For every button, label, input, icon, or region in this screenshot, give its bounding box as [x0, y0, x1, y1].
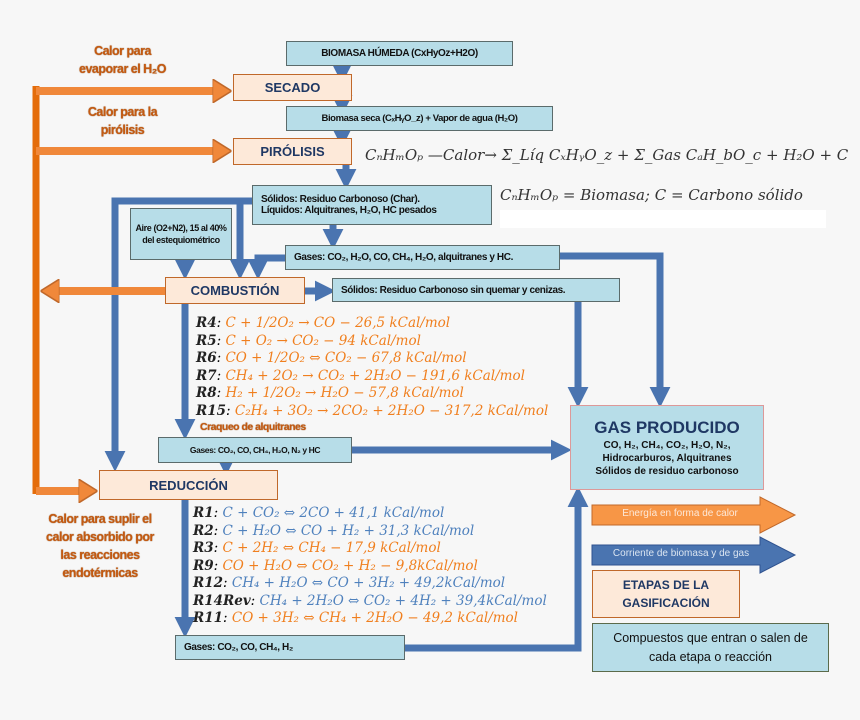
heat-label-pyrolysis: Calor para la pirólisis [87, 105, 158, 137]
product-line: Sólidos de residuo carbonoso [595, 466, 739, 477]
pyrolysis-gases-box: Gases: CO₂, H₂O, CO, CH₄, H₂O, alquitran… [285, 245, 560, 270]
wet-biomass-box: BIOMASA HÚMEDA (CxHyOz+H2O) [286, 41, 513, 66]
legend-flow-label: Corriente de biomasa y de gas [612, 548, 750, 559]
stage-combustion: COMBUSTIÓN [165, 277, 305, 304]
reaction-r1: R1: C + CO₂ ⇔ 2CO + 41,1 kCal/mol [193, 505, 445, 521]
reaction-equation: C + H₂O ⇔ CO + H₂ + 31,3 kCal/mol [222, 522, 475, 539]
reaction-id: R9 [193, 557, 214, 574]
reaction-id: R14Rev [193, 592, 251, 609]
reaction-equation: CO + H₂O ⇔ CO₂ + H₂ − 9,8kCal/mol [222, 557, 478, 574]
legend-stage-box: ETAPAS DE LA GASIFICACIÓN [592, 570, 740, 618]
stage-reduction: REDUCCIÓN [99, 470, 278, 500]
reaction-id: R11 [193, 610, 224, 626]
reaction-r9: R9: CO + H₂O ⇔ CO₂ + H₂ − 9,8kCal/mol [193, 557, 478, 574]
solids-liquids-box: Sólidos: Residuo Carbonoso (Char). Líquid… [252, 185, 492, 225]
pyrolysis-equation: CₙHₘOₚ —Calor→ Σ_Líq CₓHᵧO_z + Σ_Gas CₐH… [365, 146, 849, 164]
reduction-gases-box: Gases: CO₂, CO, CH₄, H₂ [175, 635, 405, 660]
dry-biomass-box: Biomasa seca (CₓHᵧO_z) + Vapor de agua (… [286, 106, 553, 131]
reaction-id: R15 [196, 402, 227, 419]
reaction-equation: H₂ + 1/2O₂ → H₂O − 57,8 kCal/mol [225, 385, 464, 401]
reaction-r14rev: R14Rev: CH₄ + 2H₂O ⇔ CO₂ + 4H₂ + 39,4kCa… [193, 592, 547, 609]
reaction-r11: R11: CO + 3H₂ ⇔ CH₄ + 2H₂O − 49,2 kCal/m… [193, 610, 518, 626]
combustion-reactions: R4: C + 1/2O₂ → CO − 26,5 kCal/mol R5: C … [196, 315, 548, 420]
reaction-id: R5 [196, 332, 217, 349]
reaction-r7: R7: CH₄ + 2O₂ → CO₂ + 2H₂O − 191,6 kCal/… [196, 367, 525, 384]
combustion-solids-box: Sólidos: Residuo Carbonoso sin quemar y … [332, 278, 620, 302]
reaction-id: R7 [196, 367, 217, 384]
reaction-r12: R12: CH₄ + H₂O ⇔ CO + 3H₂ + 49,2kCal/mol [193, 575, 506, 591]
reduction-reactions: R1: C + CO₂ ⇔ 2CO + 41,1 kCal/mol R2: C +… [193, 505, 547, 628]
reaction-r4: R4: C + 1/2O₂ → CO − 26,5 kCal/mol [196, 315, 451, 331]
reaction-equation: CH₄ + 2O₂ → CO₂ + 2H₂O − 191,6 kCal/mol [225, 367, 525, 384]
reaction-id: R3 [193, 540, 214, 556]
heat-label-evaporate: Calor para evaporar el H₂O [79, 44, 166, 76]
reaction-r3: R3: C + 2H₂ ⇔ CH₄ − 17,9 kCal/mol [193, 540, 441, 556]
product-line: CO, H₂, CH₄, CO₂, H₂O, N₂, [603, 440, 731, 451]
reaction-equation: C + CO₂ ⇔ 2CO + 41,1 kCal/mol [222, 505, 445, 521]
reaction-r5: R5: C + O₂ → CO₂ − 94 kCal/mol [196, 332, 421, 349]
gasification-diagram: Calor para evaporar el H₂O Calor para la p… [0, 0, 860, 720]
reaction-id: R4 [196, 315, 217, 331]
reaction-id: R1 [193, 505, 214, 521]
reaction-r6: R6: CO + 1/2O₂ ⇔ CO₂ − 67,8 kCal/mol [196, 350, 467, 366]
air-box: Aire (O2+N2), 15 al 40% del estequiométr… [130, 208, 232, 260]
reaction-equation: C₂H₄ + 3O₂ → 2CO₂ + 2H₂O − 317,2 kCal/mo… [234, 402, 549, 419]
reaction-r2: R2: C + H₂O ⇔ CO + H₂ + 31,3 kCal/mol [193, 522, 475, 539]
combustion-gases-box: Gases: CO₂, CO, CH₄, H₂O, N₂ y HC [158, 437, 352, 463]
reaction-equation: CH₄ + H₂O ⇔ CO + 3H₂ + 49,2kCal/mol [231, 575, 506, 591]
flow-gases-to-combustion [247, 254, 285, 280]
tar-cracking-label: Craqueo de alquitranes [200, 421, 306, 433]
reaction-equation: C + 2H₂ ⇔ CH₄ − 17,9 kCal/mol [222, 540, 441, 556]
stage-pyrolysis: PIRÓLISIS [233, 138, 352, 165]
pyrolysis-definition: CₙHₘOₚ = Biomasa; C = Carbono sólido [500, 186, 803, 204]
reaction-id: R6 [196, 350, 217, 366]
reaction-r8: R8: H₂ + 1/2O₂ → H₂O − 57,8 kCal/mol [196, 385, 464, 401]
reaction-equation: CO + 1/2O₂ ⇔ CO₂ − 67,8 kCal/mol [225, 350, 467, 366]
reaction-equation: C + O₂ → CO₂ − 94 kCal/mol [225, 332, 421, 349]
product-title: GAS PRODUCIDO [594, 418, 740, 437]
reaction-equation: C + 1/2O₂ → CO − 26,5 kCal/mol [225, 315, 451, 331]
product-gas-box: GAS PRODUCIDO CO, H₂, CH₄, CO₂, H₂O, N₂,… [570, 405, 764, 490]
stage-drying: SECADO [233, 74, 352, 101]
reaction-equation: CH₄ + 2H₂O ⇔ CO₂ + 4H₂ + 39,4kCal/mol [259, 592, 547, 609]
white-strip [500, 210, 826, 228]
legend-compound-box: Compuestos que entran o salen de cada et… [592, 623, 829, 672]
reaction-id: R12 [193, 575, 224, 591]
reaction-id: R2 [193, 522, 214, 539]
legend-heat-label: Energía en forma de calor [622, 508, 738, 519]
reaction-id: R8 [196, 385, 217, 401]
product-line: Hidrocarburos, Alquitranes [602, 453, 732, 464]
heat-label-endothermic: Calor para suplir el calor absorbido por l… [46, 512, 154, 580]
reaction-equation: CO + 3H₂ ⇔ CH₄ + 2H₂O − 49,2 kCal/mol [231, 610, 518, 626]
